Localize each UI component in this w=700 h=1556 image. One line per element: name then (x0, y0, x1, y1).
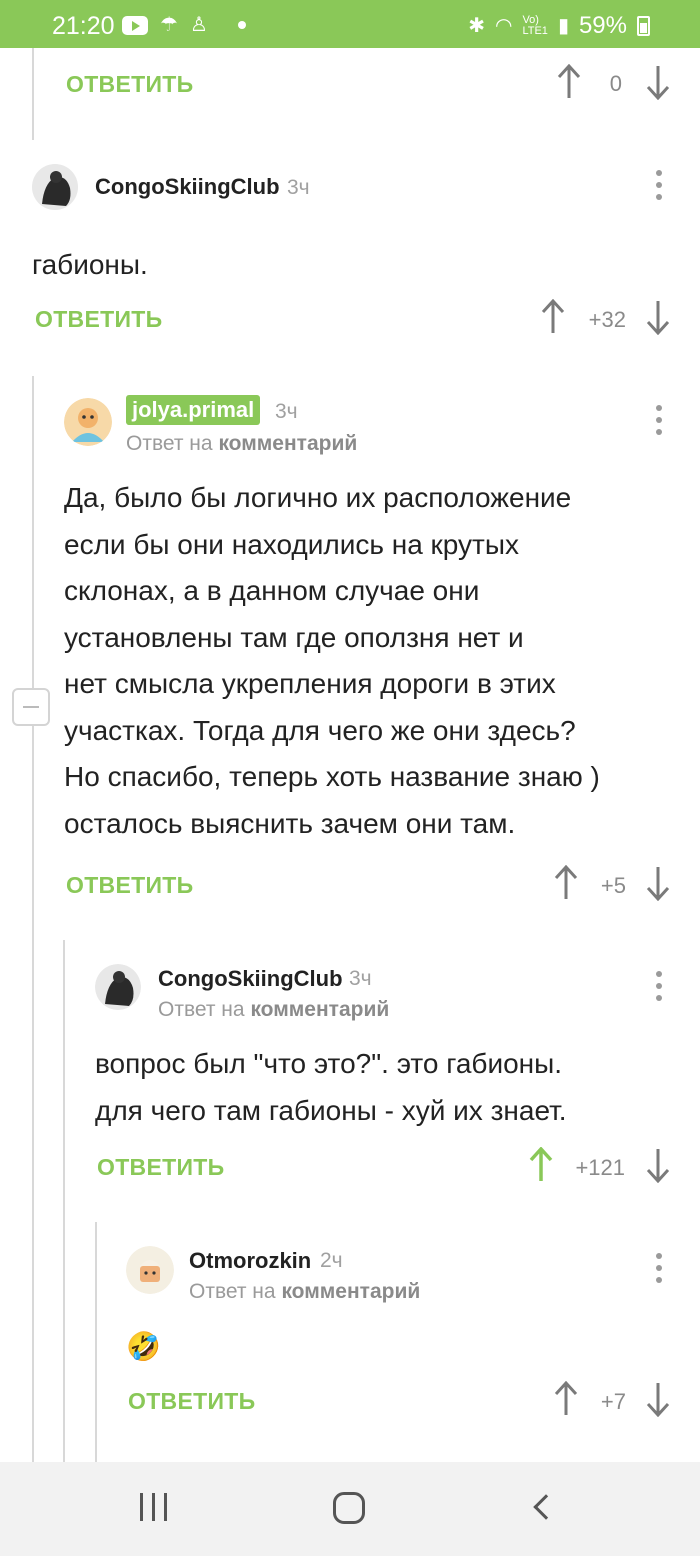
reply-button[interactable]: ОТВЕТИТЬ (66, 71, 193, 98)
downvote-arrow-icon[interactable] (646, 64, 670, 100)
comment-author[interactable]: CongoSkiingClub (95, 174, 280, 200)
upvote-arrow-icon[interactable] (557, 64, 581, 100)
comment-text-line: склонах, а в данном случае они (64, 575, 480, 606)
downvote-arrow-icon[interactable] (646, 1381, 670, 1417)
battery-percent: 59% (578, 12, 627, 39)
comment-text-line: вопрос был "что это?". это габионы. (95, 1048, 563, 1079)
comment-author[interactable]: jolya.primal (126, 395, 261, 425)
comment-text-line: осталось выяснить зачем они там. (64, 807, 516, 839)
reply-to-label[interactable]: Ответ на комментарий (189, 1280, 420, 1304)
comment-text: габионы. (32, 249, 148, 280)
volte-signal-icon: Vo) LTE1 (522, 14, 548, 37)
status-right-icons: ✱ ◠ Vo) LTE1 ▮ 59% (468, 12, 650, 40)
comment-score: 0 (609, 71, 622, 96)
avatar[interactable] (95, 964, 141, 1010)
status-time: 21:20 (52, 12, 115, 40)
comment-time: 3ч (287, 176, 310, 199)
comment-text-line: нет смысла укрепления дороги в этих (64, 668, 556, 699)
reply-button[interactable]: ОТВЕТИТЬ (35, 306, 162, 333)
bluetooth-icon: ✱ (468, 15, 485, 37)
youtube-icon (122, 15, 148, 35)
reply-to-prefix: Ответ на (126, 432, 213, 455)
reply-button[interactable]: ОТВЕТИТЬ (128, 1388, 255, 1415)
comment-time: 3ч (349, 967, 372, 990)
wifi-icon: ◠ (495, 15, 513, 37)
comment-score: +5 (600, 873, 626, 898)
comment-text-line: Но спасибо, теперь хоть название знаю ) (64, 761, 600, 792)
thread-line[interactable] (95, 1222, 97, 1462)
reply-button[interactable]: ОТВЕТИТЬ (97, 1154, 224, 1181)
umbrella-icon: ☂ (160, 14, 178, 36)
app-notification-icon: ♙ (189, 14, 208, 36)
thread-line[interactable] (32, 376, 34, 1462)
collapse-thread-button[interactable] (12, 688, 50, 726)
more-notifications-dot-icon (237, 21, 246, 29)
comment-author[interactable]: Otmorozkin (189, 1248, 311, 1274)
back-icon[interactable] (533, 1494, 559, 1520)
comment-text-line: участках. Тогда для чего же они здесь? (64, 714, 576, 746)
avatar[interactable] (32, 164, 78, 210)
thread-line (32, 48, 34, 140)
reply-to-link[interactable]: комментарий (218, 432, 357, 455)
downvote-arrow-icon[interactable] (646, 865, 670, 901)
reply-to-label[interactable]: Ответ на комментарий (126, 432, 357, 456)
avatar[interactable] (64, 398, 112, 446)
status-bar: 21:20 ☂ ♙ ✱ ◠ Vo) LTE1 ▮ 59% (0, 0, 700, 48)
comment-author[interactable]: CongoSkiingClub (158, 966, 343, 992)
downvote-arrow-icon[interactable] (646, 1147, 670, 1183)
thread-line[interactable] (63, 940, 65, 1462)
comment-menu-button[interactable] (654, 971, 664, 1005)
status-left-icons: ☂ ♙ (122, 14, 246, 36)
home-icon[interactable] (333, 1492, 365, 1524)
upvote-arrow-icon[interactable] (554, 865, 578, 901)
comment-menu-button[interactable] (654, 405, 664, 439)
upvote-arrow-icon[interactable] (554, 1381, 578, 1417)
comment-time: 2ч (320, 1249, 343, 1272)
comment-emoji: 🤣 (126, 1331, 161, 1362)
comment-score: +7 (600, 1389, 626, 1414)
comment-text: вопрос был "что это?". это габионы. для … (95, 1041, 567, 1134)
upvote-arrow-icon[interactable] (529, 1147, 553, 1183)
comment-score: +32 (588, 307, 626, 332)
reply-to-prefix: Ответ на (189, 1280, 276, 1303)
comment-text: Да, было бы логично их расположение если… (64, 475, 600, 847)
cell-signal-icon: ▮ (557, 15, 569, 37)
reply-to-link[interactable]: комментарий (250, 998, 389, 1021)
comment-text-line: установлены там где оползня нет и (64, 621, 524, 653)
reply-to-label[interactable]: Ответ на комментарий (158, 998, 389, 1022)
comment-text-line: Да, было бы логично их расположение (64, 482, 572, 513)
avatar[interactable] (126, 1246, 174, 1294)
comment-time: 3ч (275, 400, 298, 423)
comment-menu-button[interactable] (654, 1253, 664, 1287)
comment-menu-button[interactable] (654, 170, 664, 204)
battery-icon (637, 16, 650, 36)
comment-text-line: если бы они находились на крутых (64, 528, 519, 560)
recent-apps-icon[interactable] (140, 1493, 167, 1521)
comment-score: +121 (575, 1155, 625, 1180)
downvote-arrow-icon[interactable] (646, 299, 670, 335)
reply-to-link[interactable]: комментарий (281, 1280, 420, 1303)
upvote-arrow-icon[interactable] (541, 299, 565, 335)
reply-button[interactable]: ОТВЕТИТЬ (66, 872, 193, 899)
comment-text-line: для чего там габионы - хуй их знает. (95, 1094, 567, 1126)
reply-to-prefix: Ответ на (158, 998, 245, 1021)
system-navigation-bar (0, 1462, 700, 1556)
